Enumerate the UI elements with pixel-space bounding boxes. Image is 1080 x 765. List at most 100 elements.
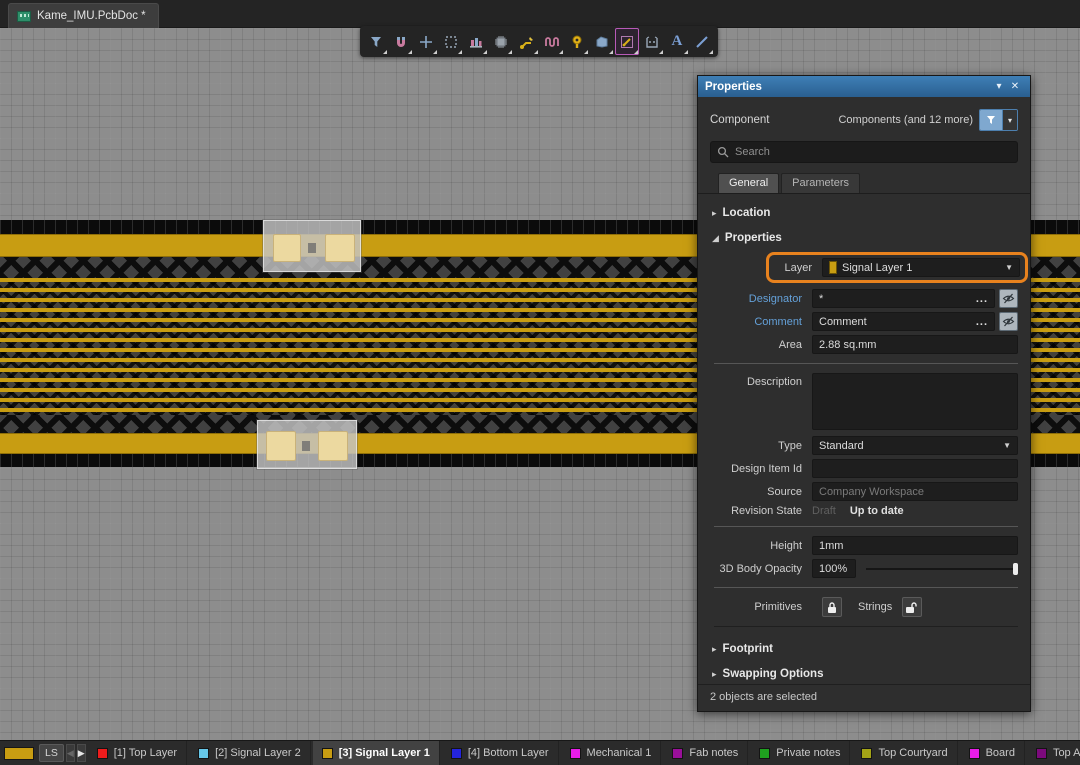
height-label: Height (710, 540, 802, 552)
opacity-value-input[interactable]: 100% (812, 559, 856, 578)
active-bar-toolbar: A (360, 26, 718, 57)
layer-tab[interactable]: [2] Signal Layer 2 (189, 741, 311, 765)
layer-value: Signal Layer 1 (842, 262, 912, 274)
panel-close-icon[interactable]: ✕ (1007, 81, 1023, 92)
properties-panel: Properties ▾ ✕ Component Components (and… (697, 75, 1031, 712)
section-location[interactable]: ▸ Location (710, 200, 1018, 225)
opacity-label: 3D Body Opacity (710, 563, 802, 575)
component-pad[interactable] (273, 234, 301, 262)
via-icon[interactable] (565, 28, 589, 55)
layer-row-highlight: Layer Signal Layer 1 ▼ (766, 252, 1028, 283)
comment-visibility-toggle[interactable] (999, 312, 1018, 331)
room-icon[interactable] (640, 28, 664, 55)
type-label: Type (710, 440, 802, 452)
layer-tab[interactable]: [4] Bottom Layer (442, 741, 559, 765)
layer-color-swatch (570, 748, 581, 759)
component-pad[interactable] (266, 431, 296, 461)
eye-slash-icon (1002, 315, 1015, 328)
comment-more-button[interactable]: ... (976, 316, 988, 328)
source-label: Source (710, 486, 802, 498)
comment-input[interactable]: Comment ... (812, 312, 995, 331)
crosshair-icon[interactable] (414, 28, 438, 55)
component-body-mark (302, 441, 310, 451)
layer-color-swatch (198, 748, 209, 759)
magnet-snap-icon[interactable] (389, 28, 413, 55)
collapsed-triangle-icon: ▸ (712, 208, 717, 219)
opacity-slider-handle[interactable] (1013, 563, 1018, 575)
filter-icon[interactable] (364, 28, 388, 55)
layer-tab[interactable]: Top Assembly (1027, 741, 1080, 765)
search-icon (717, 146, 729, 158)
primitives-lock-button[interactable] (822, 597, 842, 617)
properties-panel-header[interactable]: Properties ▾ ✕ (698, 76, 1030, 97)
source-input[interactable]: Company Workspace (812, 482, 1018, 501)
area-label: Area (710, 339, 802, 351)
designator-label: Designator (710, 293, 802, 305)
layer-tab[interactable]: Mechanical 1 (561, 741, 662, 765)
section-properties[interactable]: ◢ Properties (710, 225, 1018, 250)
active-line-tool-icon[interactable] (615, 28, 639, 55)
eye-slash-icon (1002, 292, 1015, 305)
layer-select[interactable]: Signal Layer 1 ▼ (822, 258, 1020, 277)
layer-color-swatch (829, 261, 837, 274)
search-box[interactable] (710, 141, 1018, 163)
design-item-id-label: Design Item Id (710, 463, 802, 475)
selection-box-icon[interactable] (439, 28, 463, 55)
strings-lock-button[interactable] (902, 597, 922, 617)
component-icon[interactable] (489, 28, 513, 55)
text-string-icon[interactable]: A (665, 28, 689, 55)
scroll-layers-left-button[interactable]: ◀ (66, 744, 75, 762)
layer-color-swatch (759, 748, 770, 759)
design-item-id-input[interactable] (812, 459, 1018, 478)
area-value-field: 2.88 sq.mm (812, 335, 1018, 354)
scope-filter-icon[interactable] (980, 110, 1002, 130)
primitives-label: Primitives (710, 601, 802, 613)
selection-scope-label: Components (and 12 more) (838, 114, 973, 126)
section-swapping-options[interactable]: ▸ Swapping Options (710, 661, 1018, 684)
layer-tab-bar: LS ◀ ▶ [1] Top Layer [2] Signal Layer 2 … (0, 740, 1080, 765)
height-input[interactable]: 1mm (812, 536, 1018, 555)
layer-tab[interactable]: [1] Top Layer (88, 741, 187, 765)
layer-tab[interactable]: Board (960, 741, 1025, 765)
layer-color-swatch (322, 748, 333, 759)
scope-filter-split-button[interactable]: ▾ (979, 109, 1018, 131)
designator-input[interactable]: * ... (812, 289, 995, 308)
panel-menu-icon[interactable]: ▾ (991, 81, 1007, 92)
route-icon[interactable] (514, 28, 538, 55)
collapsed-triangle-icon: ▸ (712, 669, 717, 680)
document-tab[interactable]: Kame_IMU.PcbDoc * (8, 3, 159, 28)
description-textarea[interactable] (812, 373, 1018, 430)
layer-tab-active[interactable]: [3] Signal Layer 1 (313, 741, 440, 765)
current-layer-swatch[interactable] (4, 747, 34, 760)
scroll-layers-right-button[interactable]: ▶ (77, 744, 86, 762)
component-pad[interactable] (325, 234, 355, 262)
selected-component-1[interactable] (263, 220, 361, 272)
opacity-slider[interactable] (866, 562, 1018, 576)
polygon-pour-icon[interactable] (590, 28, 614, 55)
layer-tab[interactable]: Private notes (750, 741, 850, 765)
layer-color-swatch (672, 748, 683, 759)
component-body-mark (308, 243, 316, 253)
line-icon[interactable] (690, 28, 714, 55)
tab-parameters[interactable]: Parameters (781, 173, 860, 193)
search-input[interactable] (735, 146, 1011, 158)
layer-sets-button[interactable]: LS (39, 744, 64, 762)
layer-color-swatch (1036, 748, 1047, 759)
panel-title: Properties (705, 81, 991, 93)
chevron-down-icon[interactable]: ▼ (1005, 263, 1013, 272)
designator-visibility-toggle[interactable] (999, 289, 1018, 308)
selected-component-2[interactable] (257, 420, 357, 469)
scope-filter-dropdown-icon[interactable]: ▾ (1002, 110, 1017, 130)
altium-pcb-editor: Kame_IMU.PcbDoc * (0, 0, 1080, 765)
strings-label: Strings (858, 601, 892, 613)
component-pad[interactable] (318, 431, 348, 461)
type-select[interactable]: Standard ▼ (812, 436, 1018, 455)
chevron-down-icon[interactable]: ▼ (1003, 441, 1011, 450)
layer-tab[interactable]: Top Courtyard (852, 741, 957, 765)
designator-more-button[interactable]: ... (976, 293, 988, 305)
section-footprint[interactable]: ▸ Footprint (710, 636, 1018, 661)
tab-general[interactable]: General (718, 173, 779, 193)
board-insight-icon[interactable] (464, 28, 488, 55)
layer-tab[interactable]: Fab notes (663, 741, 748, 765)
tune-meander-icon[interactable] (540, 28, 564, 55)
